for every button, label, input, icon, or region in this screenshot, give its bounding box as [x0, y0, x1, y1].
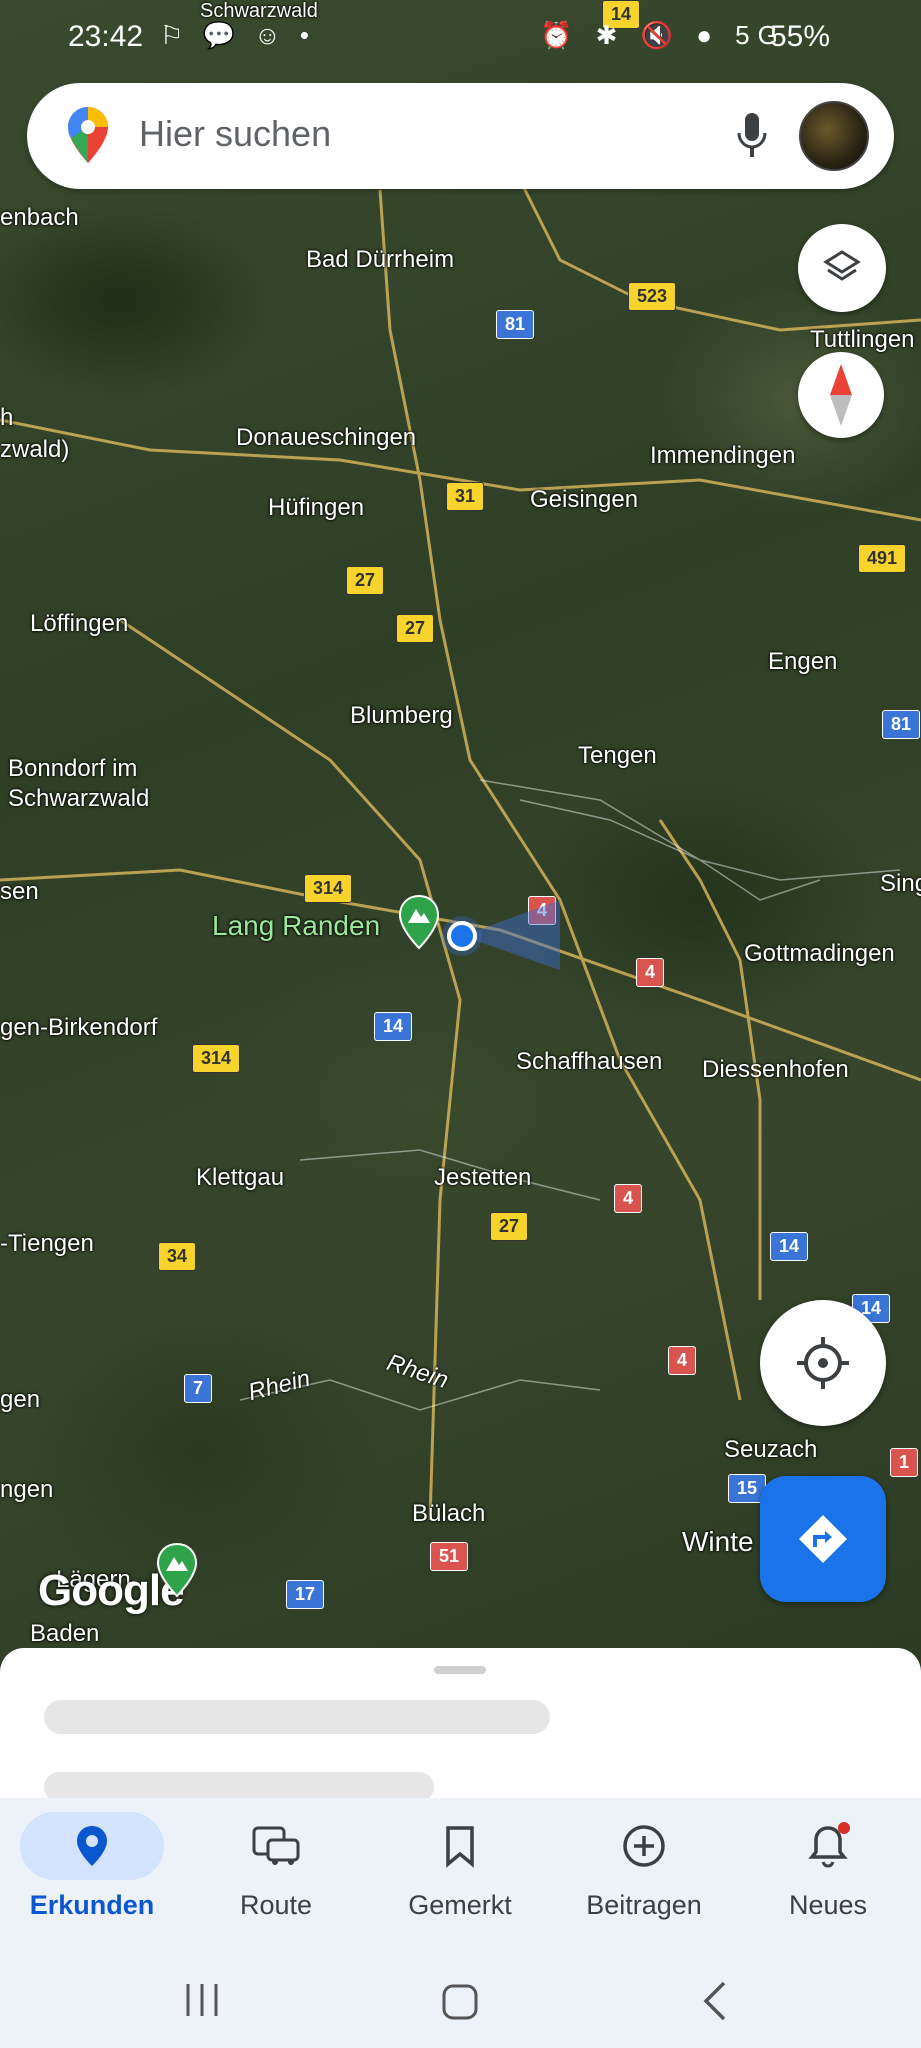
status-time: 23:42	[68, 20, 144, 53]
map-label-donaueschingen[interactable]: Donaueschingen	[236, 424, 416, 452]
road-shield: 81	[496, 310, 535, 339]
explore-pin-icon	[20, 1812, 164, 1880]
layers-icon	[823, 250, 861, 281]
map-label-schaffhausen[interactable]: Schaffhausen	[516, 1048, 662, 1076]
map-label-baden[interactable]: Baden	[30, 1620, 99, 1648]
search-bar[interactable]: Hier suchen	[27, 83, 894, 189]
road-shield: 4	[636, 958, 665, 987]
nav-label: Route	[239, 1890, 313, 1920]
map-label-geisingen[interactable]: Geisingen	[530, 486, 638, 514]
map-label-gottmadingen[interactable]: Gottmadingen	[744, 940, 895, 968]
map-label-enbach[interactable]: enbach	[0, 204, 79, 232]
map-label-sing[interactable]: Sing	[880, 870, 921, 898]
map-label-blumberg[interactable]: Blumberg	[350, 702, 453, 730]
nav-label: Gemerkt	[408, 1890, 512, 1920]
map-label-immendingen[interactable]: Immendingen	[650, 442, 795, 470]
directions-icon	[799, 1515, 847, 1563]
system-status-icons: ⏰ ✱ 🔇 ● 5G	[540, 20, 786, 50]
nav-item-saved[interactable]: Gemerkt	[368, 1798, 552, 1952]
sheet-drag-handle[interactable]	[434, 1666, 486, 1674]
nav-label: Beitragen	[586, 1890, 702, 1920]
map-label-engen[interactable]: Engen	[768, 648, 837, 676]
battery-level: 55%	[770, 20, 831, 53]
notification-icons: ⚐ 💬 ☺ •	[160, 20, 316, 50]
nav-label: Erkunden	[29, 1890, 155, 1920]
map-label-tiengen[interactable]: -Tiengen	[0, 1230, 94, 1258]
map-label-bad-duerrheim[interactable]: Bad Dürrheim	[306, 246, 454, 274]
directions-button[interactable]	[760, 1476, 886, 1602]
map-label-birkendorf[interactable]: gen-Birkendorf	[0, 1014, 157, 1042]
microphone-icon[interactable]	[732, 109, 772, 163]
compass-button[interactable]	[798, 352, 884, 438]
google-maps-logo-icon	[68, 107, 108, 163]
bookmark-icon	[388, 1812, 532, 1880]
road-shield: 27	[490, 1212, 529, 1241]
road-shield: 34	[158, 1242, 197, 1271]
back-icon[interactable]	[700, 1980, 730, 2022]
mountain-marker-icon[interactable]	[156, 1542, 198, 1598]
road-shield: 17	[286, 1580, 325, 1609]
road-shield: 1	[890, 1448, 919, 1477]
map-label-h[interactable]: h	[0, 404, 13, 432]
status-bar: 23:42 ⚐ 💬 ☺ • ⏰ ✱ 🔇 ● 5G 55%	[0, 14, 921, 64]
road-shield: 14	[770, 1232, 809, 1261]
road-shield: 4	[668, 1346, 697, 1375]
map-label-diessenhofen[interactable]: Diessenhofen	[702, 1056, 849, 1084]
bottom-navigation: Erkunden Route Gemerkt Beitragen Neues	[0, 1798, 921, 1952]
commute-car-icon	[204, 1812, 348, 1880]
my-location-button[interactable]	[760, 1300, 886, 1426]
map-label-ngen[interactable]: ngen	[0, 1476, 53, 1504]
map-label-gen[interactable]: gen	[0, 1386, 40, 1414]
road-shield: 27	[346, 566, 385, 595]
road-shield: 7	[184, 1374, 213, 1403]
map-label-tuttlingen[interactable]: Tuttlingen	[810, 326, 915, 354]
map-label-winterthur[interactable]: Winte	[682, 1526, 754, 1558]
my-location-dot[interactable]	[420, 870, 560, 980]
map-label-sen[interactable]: sen	[0, 878, 39, 906]
bottom-sheet[interactable]	[0, 1648, 921, 1802]
map-label-huefingen[interactable]: Hüfingen	[268, 494, 364, 522]
search-input[interactable]: Hier suchen	[139, 113, 331, 155]
map-label-jestetten[interactable]: Jestetten	[434, 1164, 531, 1192]
map-label-klettgau[interactable]: Klettgau	[196, 1164, 284, 1192]
map-label-loeffingen[interactable]: Löffingen	[30, 610, 128, 638]
layers-button[interactable]	[798, 224, 886, 312]
loading-placeholder	[44, 1700, 550, 1734]
road-shield: 523	[628, 282, 677, 311]
road-shield: 27	[396, 614, 435, 643]
crosshair-icon	[797, 1337, 849, 1389]
map-label-buelach[interactable]: Bülach	[412, 1500, 485, 1528]
map-label-tengen[interactable]: Tengen	[578, 742, 657, 770]
map-label-wald[interactable]: zwald)	[0, 436, 69, 464]
recent-apps-icon[interactable]	[182, 1982, 222, 2018]
road-shield: 314	[304, 874, 353, 903]
road-shield: 491	[858, 544, 907, 573]
system-navigation-bar	[0, 1952, 921, 2048]
road-shield: 314	[192, 1044, 241, 1073]
road-shield: 51	[430, 1542, 469, 1571]
add-circle-icon	[572, 1812, 716, 1880]
road-shield: 31	[446, 482, 485, 511]
road-shield: 4	[614, 1184, 643, 1213]
home-icon[interactable]	[440, 1982, 480, 2022]
nav-item-route[interactable]: Route	[184, 1798, 368, 1952]
nav-item-explore[interactable]: Erkunden	[0, 1798, 184, 1952]
nav-item-contribute[interactable]: Beitragen	[552, 1798, 736, 1952]
road-shield: 14	[374, 1012, 413, 1041]
compass-icon	[830, 364, 852, 426]
map-label-lang-randen[interactable]: Lang Randen	[212, 910, 380, 942]
road-shield: 81	[882, 710, 921, 739]
nav-label: Neues	[788, 1890, 868, 1920]
map-label-seuzach[interactable]: Seuzach	[724, 1436, 817, 1464]
avatar[interactable]	[799, 101, 869, 171]
map-label-bonndorf[interactable]: Bonndorf im Schwarzwald	[8, 754, 149, 814]
bell-icon	[756, 1812, 900, 1880]
nav-item-updates[interactable]: Neues	[736, 1798, 920, 1952]
